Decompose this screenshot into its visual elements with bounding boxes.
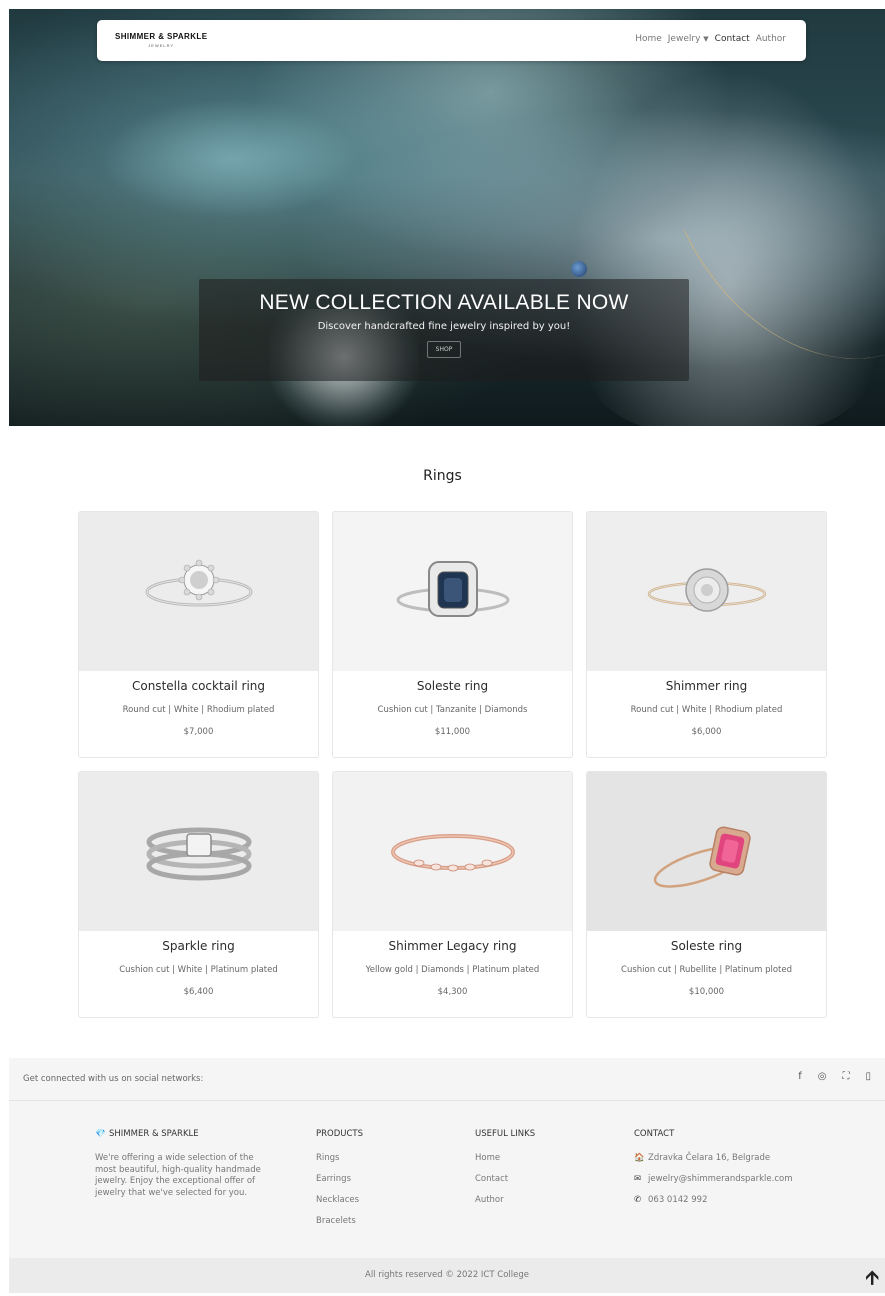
- footer-link-author[interactable]: Author: [475, 1195, 535, 1205]
- brand-name: SHIMMER & SPARKLE: [115, 32, 208, 41]
- product-desc: Round cut | White | Rhodium plated: [122, 705, 275, 715]
- product-price: $10,000: [688, 987, 725, 997]
- footer-useful-links: USEFUL LINKS Home Contact Author: [475, 1129, 535, 1216]
- sitemap-icon[interactable]: ⛶: [842, 1071, 849, 1082]
- product-name[interactable]: Soleste ring: [333, 679, 572, 693]
- footer-about-text: We're offering a wide selection of the m…: [95, 1153, 261, 1198]
- product-name[interactable]: Constella cocktail ring: [79, 679, 318, 693]
- product-desc: Cushion cut | Tanzanite | Diamonds: [377, 705, 528, 715]
- product-price: $11,000: [434, 727, 471, 737]
- footer-email[interactable]: ✉ jewelry@shimmerandsparkle.com: [634, 1174, 793, 1184]
- product-card[interactable]: Soleste ring Cushion cut | Rubellite | P…: [586, 771, 827, 1018]
- footer-products: PRODUCTS Rings Earrings Necklaces Bracel…: [316, 1129, 363, 1237]
- brand-sub: JEWELRY: [148, 43, 175, 48]
- footer-phone[interactable]: ✆ 063 0142 992: [634, 1195, 793, 1205]
- product-card[interactable]: Shimmer ring Round cut | White | Rhodium…: [586, 511, 827, 758]
- caret-down-icon: ▼: [703, 35, 709, 43]
- footer-about-title-text: SHIMMER & SPARKLE: [109, 1129, 199, 1139]
- ring-image: [79, 512, 318, 671]
- ring-image: [333, 512, 572, 671]
- footer-link-home[interactable]: Home: [475, 1153, 535, 1163]
- product-desc: Cushion cut | Rubellite | Platinum plote…: [621, 965, 792, 975]
- home-icon: 🏠: [634, 1153, 645, 1163]
- hero-bg-gem: [571, 261, 587, 277]
- document-icon[interactable]: ▯: [865, 1071, 871, 1082]
- footer-link-bracelets[interactable]: Bracelets: [316, 1216, 363, 1226]
- product-price: $4,300: [437, 987, 468, 997]
- nav-author[interactable]: Author: [756, 34, 786, 44]
- hero-bg-glow: [99, 99, 359, 219]
- product-price: $7,000: [183, 727, 214, 737]
- product-card[interactable]: Shimmer Legacy ring Yellow gold | Diamon…: [332, 771, 573, 1018]
- product-name[interactable]: Soleste ring: [587, 939, 826, 953]
- product-desc: Cushion cut | White | Platinum plated: [119, 965, 278, 975]
- footer-contact: CONTACT 🏠 Zdravka Čelara 16, Belgrade ✉ je…: [634, 1129, 793, 1216]
- product-card[interactable]: Sparkle ring Cushion cut | White | Plati…: [78, 771, 319, 1018]
- product-name[interactable]: Sparkle ring: [79, 939, 318, 953]
- nav-jewelry-label: Jewelry: [667, 34, 701, 44]
- product-price: $6,000: [691, 727, 722, 737]
- shop-button[interactable]: SHOP: [426, 341, 462, 358]
- ring-image: [333, 772, 572, 931]
- diamond-icon: 💎: [95, 1129, 106, 1139]
- nav-jewelry[interactable]: Jewelry ▼: [668, 34, 709, 44]
- social-text: Get connected with us on social networks…: [23, 1074, 204, 1084]
- nav-links: Home Jewelry ▼ Contact Author: [635, 34, 786, 44]
- footer-main: 💎 SHIMMER & SPARKLE We're offering a wide…: [9, 1101, 885, 1258]
- section-title: Rings: [423, 468, 462, 484]
- ring-image: [587, 772, 826, 931]
- footer-about: 💎 SHIMMER & SPARKLE We're offering a wide…: [95, 1129, 275, 1199]
- social-icons: f ◎ ⛶ ▯: [798, 1071, 871, 1082]
- footer-address-text: Zdravka Čelara 16, Belgrade: [648, 1153, 771, 1163]
- product-name[interactable]: Shimmer ring: [587, 679, 826, 693]
- nav-home[interactable]: Home: [635, 34, 662, 44]
- instagram-icon[interactable]: ◎: [818, 1071, 827, 1082]
- facebook-icon[interactable]: f: [798, 1071, 802, 1082]
- ring-image: [79, 772, 318, 931]
- footer-link-necklaces[interactable]: Necklaces: [316, 1195, 363, 1205]
- product-desc: Round cut | White | Rhodium plated: [630, 705, 783, 715]
- product-name[interactable]: Shimmer Legacy ring: [333, 939, 572, 953]
- nav-contact[interactable]: Contact: [715, 34, 750, 44]
- footer-link-contact[interactable]: Contact: [475, 1174, 535, 1184]
- product-card[interactable]: Soleste ring Cushion cut | Tanzanite | D…: [332, 511, 573, 758]
- product-desc: Yellow gold | Diamonds | Platinum plated: [365, 965, 540, 975]
- footer-email-text: jewelry@shimmerandsparkle.com: [648, 1174, 793, 1184]
- phone-icon: ✆: [634, 1195, 642, 1205]
- envelope-icon: ✉: [634, 1174, 642, 1184]
- navbar: SHIMMER & SPARKLE JEWELRY Home Jewelry ▼…: [97, 20, 806, 61]
- brand-logo[interactable]: SHIMMER & SPARKLE JEWELRY: [115, 32, 207, 48]
- hero-caption: NEW COLLECTION AVAILABLE NOW Discover ha…: [199, 279, 689, 381]
- footer-about-title: 💎 SHIMMER & SPARKLE: [95, 1129, 275, 1139]
- social-bar: Get connected with us on social networks…: [9, 1058, 885, 1101]
- footer-link-rings[interactable]: Rings: [316, 1153, 363, 1163]
- footer-useful-title: USEFUL LINKS: [475, 1129, 536, 1139]
- footer-products-title: PRODUCTS: [316, 1129, 364, 1139]
- back-to-top-arrow-icon[interactable]: 🡩: [865, 1264, 879, 1296]
- product-price: $6,400: [183, 987, 214, 997]
- hero-subtitle: Discover handcrafted fine jewelry inspir…: [317, 321, 571, 332]
- footer-link-earrings[interactable]: Earrings: [316, 1174, 363, 1184]
- footer-address: 🏠 Zdravka Čelara 16, Belgrade: [634, 1153, 793, 1163]
- footer-contact-title: CONTACT: [634, 1129, 675, 1139]
- ring-image: [587, 512, 826, 671]
- hero-title: NEW COLLECTION AVAILABLE NOW: [259, 291, 629, 314]
- product-card[interactable]: Constella cocktail ring Round cut | Whit…: [78, 511, 319, 758]
- footer-phone-text: 063 0142 992: [648, 1195, 708, 1205]
- copyright: All rights reserved © 2022 ICT College: [9, 1258, 885, 1293]
